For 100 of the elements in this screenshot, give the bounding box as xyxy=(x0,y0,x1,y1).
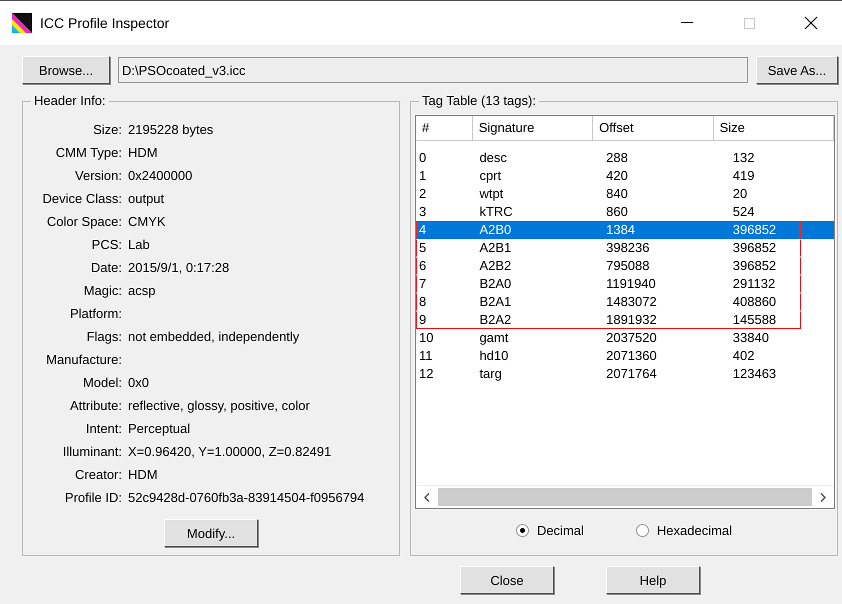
table-cell-text: 840 xyxy=(605,186,629,202)
field-label: Date: xyxy=(90,259,122,277)
dialog-button[interactable]: Close xyxy=(460,566,554,594)
minimize-icon xyxy=(681,22,693,24)
field-label: Intent: xyxy=(84,420,122,438)
tag-row[interactable]: 0 desc 288 132 xyxy=(416,149,834,167)
column-header[interactable]: Size xyxy=(714,116,834,140)
table-cell-text: 1483072 xyxy=(605,294,658,310)
table-cell-text: 2037520 xyxy=(605,330,658,346)
table-cell-text: 419 xyxy=(732,168,756,184)
tag-row[interactable]: 6 A2B2 795088 396852 xyxy=(416,257,834,275)
dialog-button[interactable]: Help xyxy=(606,566,700,594)
table-cell-text: 860 xyxy=(605,204,629,220)
table-cell-text: 396852 xyxy=(732,258,778,274)
tag-row[interactable]: 1 cprt 420 419 xyxy=(416,167,834,185)
tag-row[interactable]: 5 A2B1 398236 396852 xyxy=(416,239,834,257)
table-cell-text: 288 xyxy=(605,150,629,166)
field-label: Model: xyxy=(82,374,122,392)
modify-button[interactable]: Modify... xyxy=(164,519,258,547)
table-cell-text: 398236 xyxy=(605,240,650,256)
field-label: Magic: xyxy=(82,282,122,300)
field-label: Manufacture: xyxy=(45,351,122,369)
table-cell-text: 291132 xyxy=(732,276,776,292)
field-label: PCS: xyxy=(90,236,122,254)
group-title: Header Info: xyxy=(31,93,109,108)
tag-row[interactable]: 3 kTRC 860 524 xyxy=(416,203,834,221)
table-cell-text: 1191940 xyxy=(605,276,657,292)
scroll-left-icon[interactable] xyxy=(424,492,430,502)
radio-option[interactable]: Decimal xyxy=(516,523,584,538)
tag-row[interactable]: 4 A2B0 1384 396852 xyxy=(416,221,834,239)
column-header[interactable]: Signature xyxy=(472,116,594,140)
table-cell-text: 145588 xyxy=(732,312,778,328)
app-logo-icon xyxy=(12,13,32,33)
horizontal-scrollbar[interactable] xyxy=(416,485,834,508)
table-cell-text: targ xyxy=(478,366,503,382)
field-value: reflective, glossy, positive, color xyxy=(128,397,311,415)
scroll-right-icon[interactable] xyxy=(820,492,826,502)
radio-option[interactable]: Hexadecimal xyxy=(636,523,732,538)
table-cell-text: B2A2 xyxy=(478,312,512,328)
tag-row[interactable]: 10 gamt 2037520 33840 xyxy=(416,329,834,347)
field-value: output xyxy=(128,190,166,208)
table-cell-text: A2B0 xyxy=(478,222,512,238)
table-cell-text: 12 xyxy=(418,366,434,382)
field-label: Flags: xyxy=(86,328,122,346)
radio-icon[interactable] xyxy=(636,524,649,537)
field-value: 2195228 bytes xyxy=(128,121,214,139)
tag-row[interactable]: 9 B2A2 1891932 145588 xyxy=(416,311,834,329)
field-value: Perceptual xyxy=(128,420,192,438)
field-label: Profile ID: xyxy=(64,489,122,507)
tag-row[interactable]: 8 B2A1 1483072 408860 xyxy=(416,293,834,311)
table-cell-text: 2071764 xyxy=(605,366,658,382)
radio-icon[interactable] xyxy=(516,524,529,537)
field-value: 0x2400000 xyxy=(128,167,194,185)
field-value: acsp xyxy=(128,282,156,300)
table-cell-text: 10 xyxy=(418,330,434,346)
browse-button[interactable]: Browse... xyxy=(22,56,110,84)
save-as-button[interactable]: Save As... xyxy=(756,56,838,84)
table-cell-text: wtpt xyxy=(478,186,504,202)
table-cell-text: cprt xyxy=(478,168,502,184)
field-label: Platform: xyxy=(68,305,122,323)
table-cell-text: 795088 xyxy=(605,258,650,274)
table-cell-text: 408860 xyxy=(732,294,778,310)
table-cell-text: 11 xyxy=(418,348,434,364)
table-cell-text: 6 xyxy=(418,258,428,274)
field-value: 2015/9/1, 0:17:28 xyxy=(128,259,230,277)
table-cell-text: 33840 xyxy=(732,330,770,346)
group-title: Tag Table (13 tags): xyxy=(419,93,539,108)
table-cell-text: 420 xyxy=(605,168,629,184)
table-cell-text: 1384 xyxy=(605,222,636,238)
table-cell-text: 1 xyxy=(418,168,428,184)
table-cell-text: 3 xyxy=(418,204,428,220)
table-cell-text: 132 xyxy=(732,150,756,166)
tag-row[interactable]: 12 targ 2071764 123463 xyxy=(416,365,834,383)
table-cell-text: desc xyxy=(478,150,508,166)
table-cell-text: gamt xyxy=(478,330,510,346)
column-header[interactable]: # xyxy=(416,116,473,140)
tag-row[interactable]: 11 hd10 2071360 402 xyxy=(416,347,834,365)
field-value: HDM xyxy=(128,466,159,484)
table-cell-text: B2A0 xyxy=(478,276,512,292)
file-path-field[interactable]: D:\PSOcoated_v3.icc xyxy=(118,57,748,83)
field-value: 0x0 xyxy=(128,374,150,392)
table-cell-text: 123463 xyxy=(732,366,778,382)
close-icon xyxy=(804,16,818,30)
tag-row[interactable]: 7 B2A0 1191940 291132 xyxy=(416,275,834,293)
window-title: ICC Profile Inspector xyxy=(40,15,170,31)
field-value: 52c9428d-0760fb3a-83914504-f0956794 xyxy=(128,489,366,507)
table-cell-text: 4 xyxy=(418,222,428,238)
table-cell-text: kTRC xyxy=(478,204,514,220)
table-cell-text: 20 xyxy=(732,186,748,202)
table-cell-text: 9 xyxy=(418,312,428,328)
tag-row[interactable]: 2 wtpt 840 20 xyxy=(416,185,834,203)
column-header[interactable]: Offset xyxy=(593,116,714,140)
table-cell-text: 1891932 xyxy=(605,312,658,328)
table-cell-text: 396852 xyxy=(732,222,778,238)
table-cell-text: A2B1 xyxy=(478,240,512,256)
table-cell-text: 5 xyxy=(418,240,428,256)
table-cell-text: 0 xyxy=(418,150,428,166)
table-cell-text: 2071360 xyxy=(605,348,658,364)
table-cell-text: 396852 xyxy=(732,240,778,256)
table-cell-text: hd10 xyxy=(478,348,510,364)
